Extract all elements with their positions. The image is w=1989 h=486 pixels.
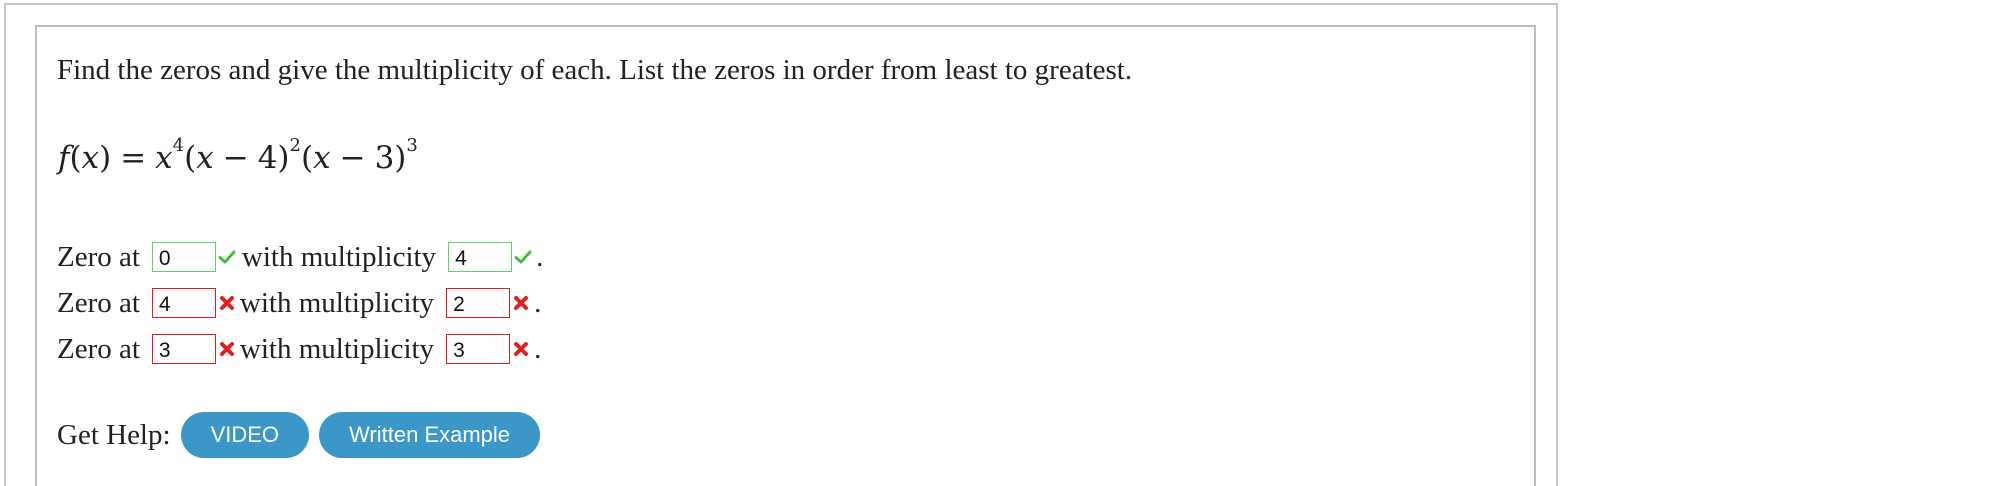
formula-factor3-const: 3 xyxy=(374,140,395,176)
question-prompt: Find the zeros and give the multiplicity… xyxy=(57,54,1133,86)
answer-row: Zero at with multiplicity . xyxy=(57,331,541,367)
formula-factor1-exp: 4 xyxy=(172,134,185,156)
x-mark-icon xyxy=(512,340,530,358)
formula-factor3-op: − xyxy=(339,140,366,176)
zero-label: Zero at xyxy=(57,240,140,273)
zero-label: Zero at xyxy=(57,332,140,365)
get-help-label: Get Help: xyxy=(57,418,171,451)
row-end: . xyxy=(534,286,542,319)
check-icon xyxy=(218,248,236,266)
x-mark-icon xyxy=(512,294,530,312)
x-mark-icon xyxy=(218,294,236,312)
row-end: . xyxy=(536,240,544,273)
get-help-row: Get Help: VIDEO Written Example xyxy=(57,411,541,459)
multiplicity-label: with multiplicity xyxy=(239,332,435,365)
written-example-button[interactable]: Written Example xyxy=(319,412,541,458)
formula-lhs-var: x xyxy=(81,140,100,176)
formula-factor3-exp: 3 xyxy=(406,134,418,156)
multiplicity-input[interactable] xyxy=(448,242,513,272)
answer-row: Zero at with multiplicity . xyxy=(57,239,543,275)
formula-equals: = xyxy=(120,140,147,176)
formula-factor2-exp: 2 xyxy=(289,134,301,156)
multiplicity-input[interactable] xyxy=(446,288,511,318)
zero-label: Zero at xyxy=(57,286,140,319)
x-mark-icon xyxy=(218,340,236,358)
check-icon xyxy=(514,248,532,266)
answer-row: Zero at with multiplicity . xyxy=(57,285,541,321)
formula-factor1-var: x xyxy=(155,140,173,176)
zero-input[interactable] xyxy=(151,288,216,318)
multiplicity-label: with multiplicity xyxy=(241,240,437,273)
formula-factor2-op: − xyxy=(222,140,249,176)
row-end: . xyxy=(534,332,542,365)
question-panel: Find the zeros and give the multiplicity… xyxy=(35,25,1536,486)
formula-func: f xyxy=(58,140,70,176)
formula-factor2-var: x xyxy=(196,140,214,176)
video-button[interactable]: VIDEO xyxy=(180,412,310,458)
multiplicity-input[interactable] xyxy=(446,334,511,364)
function-formula: f(x) = x4(x −4)2(x −3)3 xyxy=(58,134,418,176)
multiplicity-label: with multiplicity xyxy=(239,286,435,319)
zero-input[interactable] xyxy=(151,242,216,272)
formula-factor2-const: 4 xyxy=(257,140,278,176)
formula-factor3-var: x xyxy=(313,140,331,176)
zero-input[interactable] xyxy=(151,334,216,364)
